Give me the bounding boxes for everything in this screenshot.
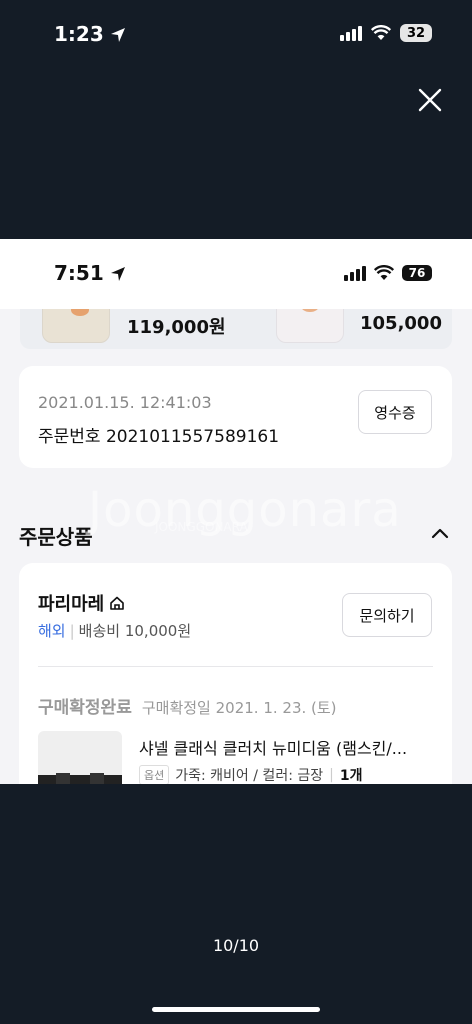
inner-status-time: 7:51 xyxy=(54,261,126,285)
location-arrow-icon xyxy=(110,267,125,281)
confirm-date: 구매확정일 2021. 1. 23. (토) xyxy=(141,699,337,717)
product-price: 105,000 xyxy=(360,313,442,334)
product-price: 119,000원 xyxy=(127,317,226,338)
purchase-status: 구매확정완료 xyxy=(38,698,132,718)
page-counter: 10/10 xyxy=(212,936,260,955)
item-quantity: 1개 xyxy=(339,768,363,784)
inner-status-bar: 7:51 76 xyxy=(0,239,472,309)
close-icon[interactable] xyxy=(416,86,444,114)
home-indicator[interactable] xyxy=(152,1007,320,1012)
watermark-subtext: JOONGGONARA xyxy=(155,520,248,534)
option-values: 가죽: 캐비어 / 컬러: 금장 xyxy=(175,768,324,784)
order-info-card: 2021.01.15. 12:41:03 주문번호 20210115575891… xyxy=(19,366,452,468)
signal-icon xyxy=(340,25,362,41)
home-icon xyxy=(110,596,125,610)
shop-meta: 해외 | 배송비 10,000원 xyxy=(38,622,192,640)
battery-indicator: 32 xyxy=(400,24,432,42)
overseas-label: 해외 xyxy=(38,622,66,640)
item-title[interactable]: 샤넬 클래식 클러치 뉴미디움 (램스킨/... xyxy=(139,735,407,759)
shop-name[interactable]: 파리마레 xyxy=(38,590,126,616)
outer-status-time: 1:23 xyxy=(54,22,126,46)
option-badge: 옵션 xyxy=(139,765,170,784)
order-number: 주문번호 2021011557589161 xyxy=(38,427,280,447)
shipping-fee: 배송비 10,000원 xyxy=(78,622,192,640)
wifi-icon xyxy=(374,265,394,280)
screenshot-image: 119,000원 105,000 7:51 76 2021.01.15. 12:… xyxy=(0,239,472,784)
item-options: 옵션 가죽: 캐비어 / 컬러: 금장 | 1개 xyxy=(139,765,362,784)
section-title: 주문상품 xyxy=(19,525,93,549)
purchase-status-row: 구매확정완료 구매확정일 2021. 1. 23. (토) xyxy=(38,693,337,718)
outer-status-bar: 1:23 32 xyxy=(0,0,472,70)
receipt-button[interactable]: 영수증 xyxy=(358,390,432,434)
wifi-icon xyxy=(371,25,391,40)
shop-card: 파리마레 해외 | 배송비 10,000원 문의하기 구매확정완료 구매확정일 20… xyxy=(19,563,452,784)
chevron-up-icon[interactable] xyxy=(430,525,450,541)
item-thumbnail[interactable] xyxy=(38,731,122,784)
signal-icon xyxy=(344,265,366,281)
location-arrow-icon xyxy=(110,28,125,42)
inquiry-button[interactable]: 문의하기 xyxy=(342,593,432,637)
divider xyxy=(38,666,433,667)
order-datetime: 2021.01.15. 12:41:03 xyxy=(38,393,212,412)
battery-indicator: 76 xyxy=(402,265,432,281)
